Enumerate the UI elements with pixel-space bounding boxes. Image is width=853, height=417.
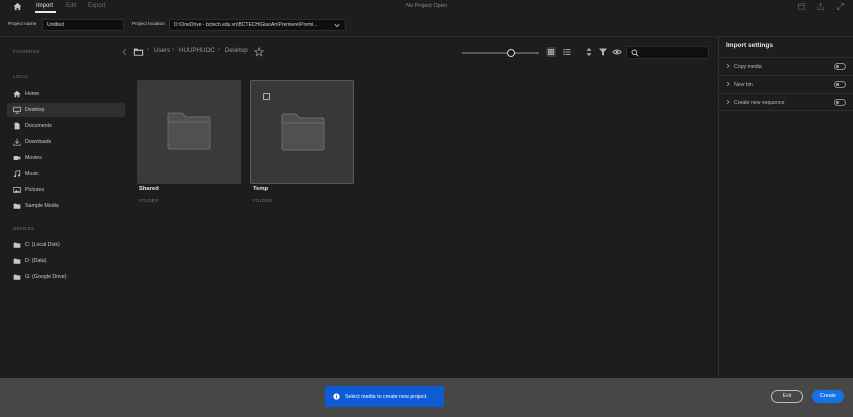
sidebar-item-movies[interactable]: Movies: [7, 151, 125, 165]
setting-label: Create new sequence: [734, 100, 785, 106]
folder-card-temp[interactable]: [250, 80, 354, 184]
sidebar-item-label: Home: [25, 91, 40, 97]
setting-label: Copy media: [734, 64, 762, 70]
download-icon: [13, 138, 21, 146]
breadcrumb-desktop[interactable]: Desktop: [225, 47, 248, 54]
eye-icon[interactable]: [612, 47, 622, 57]
share-icon[interactable]: [816, 2, 825, 11]
sidebar-item-g-drive[interactable]: G: (Google Drive): [7, 270, 125, 284]
breadcrumb-huuphuoc[interactable]: HUUPHUOC: [179, 47, 215, 54]
sidebar-item-label: D: (Data): [25, 258, 47, 264]
local-heading: LOCAL: [13, 74, 29, 79]
project-location-value: D:\OneDrive - bctech.edu.vn\BCTECH\GiaoA…: [174, 22, 318, 28]
sidebar-item-label: Desktop: [25, 107, 45, 113]
home-icon: [13, 90, 21, 98]
project-name-label: Project name: [8, 22, 37, 27]
folder-icon: [281, 113, 325, 151]
sidebar-item-label: C: (Local Disk): [25, 242, 60, 248]
folder-icon: [13, 242, 21, 248]
sidebar-item-desktop[interactable]: Desktop: [7, 103, 125, 117]
setting-copy-media[interactable]: Copy media: [719, 57, 853, 75]
camera-icon: [13, 156, 21, 160]
sidebar-item-label: Music: [25, 171, 39, 177]
fullscreen-icon[interactable]: [836, 2, 845, 11]
project-location-label: Project location: [132, 22, 165, 27]
import-settings-panel: Import settings Copy media New bin Creat…: [718, 37, 853, 378]
chevron-left-icon[interactable]: [121, 48, 128, 56]
breadcrumb-separator: ›: [147, 47, 149, 53]
folder-name: Shared: [139, 186, 159, 192]
favorites-heading: FAVORITES: [13, 49, 40, 54]
monitor-icon: [13, 106, 21, 114]
active-tab-indicator: [35, 11, 56, 13]
folder-icon: [167, 112, 211, 150]
search-icon: [631, 49, 639, 57]
chevron-right-icon: [726, 99, 730, 105]
setting-new-bin[interactable]: New bin: [719, 75, 853, 93]
workspaces-icon[interactable]: [797, 2, 806, 11]
sidebar-item-music[interactable]: Music: [7, 167, 125, 181]
sidebar-item-label: Documents: [25, 123, 52, 129]
sort-icon[interactable]: [584, 47, 594, 57]
chevron-right-icon: [726, 81, 730, 87]
chevron-down-icon: [334, 23, 340, 28]
exit-button[interactable]: Exit: [771, 390, 803, 403]
sidebar-item-label: G: (Google Drive): [25, 274, 67, 280]
breadcrumb-separator: ›: [218, 47, 220, 53]
folder-type: FOLDER: [139, 198, 159, 203]
document-icon: [14, 122, 20, 130]
devices-heading: DEVICES: [13, 226, 35, 231]
folder-icon: [13, 274, 21, 280]
top-menu-bar: Import Edit Export No Project Open: [0, 0, 853, 13]
select-checkbox[interactable]: [263, 93, 270, 100]
folder-icon: [13, 203, 21, 209]
import-settings-title: Import settings: [726, 42, 773, 49]
setting-create-new-sequence[interactable]: Create new sequence: [719, 93, 853, 111]
sidebar-item-label: Movies: [25, 155, 42, 161]
music-note-icon: [13, 170, 21, 178]
sidebar-item-label: Sample Media: [25, 203, 59, 209]
slider-handle[interactable]: [507, 48, 515, 57]
folder-icon: [13, 258, 21, 264]
folder-card-shared[interactable]: [137, 80, 241, 184]
sidebar-item-documents[interactable]: Documents: [7, 119, 125, 133]
sidebar-item-pictures[interactable]: Pictures: [7, 183, 125, 197]
star-icon[interactable]: [254, 47, 264, 57]
chevron-right-icon: [726, 63, 730, 69]
sidebar-item-c-drive[interactable]: C: (Local Disk): [7, 238, 125, 252]
search-input[interactable]: [626, 46, 709, 59]
create-button[interactable]: Create: [812, 390, 844, 403]
breadcrumb-users[interactable]: Users: [154, 47, 170, 54]
info-icon: [333, 392, 340, 400]
sidebar-item-sample-media[interactable]: Sample Media: [7, 199, 125, 213]
breadcrumb-separator: ›: [172, 47, 174, 53]
sidebar-item-d-drive[interactable]: D: (Data): [7, 254, 125, 268]
folder-icon[interactable]: [133, 47, 144, 57]
sidebar-item-home[interactable]: Home: [7, 87, 125, 101]
thumbnail-size-slider[interactable]: [462, 52, 539, 54]
app-title: No Project Open: [406, 3, 447, 9]
project-name-input[interactable]: Untitled: [42, 19, 124, 31]
new-bin-toggle[interactable]: [834, 81, 846, 88]
project-bar: Project name Untitled Project location D…: [0, 15, 853, 35]
sidebar-item-downloads[interactable]: Downloads: [7, 135, 125, 149]
setting-label: New bin: [734, 82, 753, 88]
list-view-icon[interactable]: [562, 47, 572, 57]
project-location-select[interactable]: D:\OneDrive - bctech.edu.vn\BCTECH\GiaoA…: [169, 19, 346, 31]
copy-media-toggle[interactable]: [834, 63, 846, 70]
grid-view-icon[interactable]: [546, 47, 556, 57]
image-icon: [13, 187, 21, 193]
status-toast: Select media to create new project: [325, 386, 444, 407]
toast-message: Select media to create new project: [345, 393, 427, 400]
sidebar-item-label: Downloads: [25, 139, 52, 145]
sidebar-item-label: Pictures: [25, 187, 45, 193]
folder-type: FOLDER: [253, 198, 273, 203]
create-new-sequence-toggle[interactable]: [834, 99, 846, 106]
folder-name: Temp: [253, 186, 269, 192]
filter-icon[interactable]: [598, 47, 608, 57]
